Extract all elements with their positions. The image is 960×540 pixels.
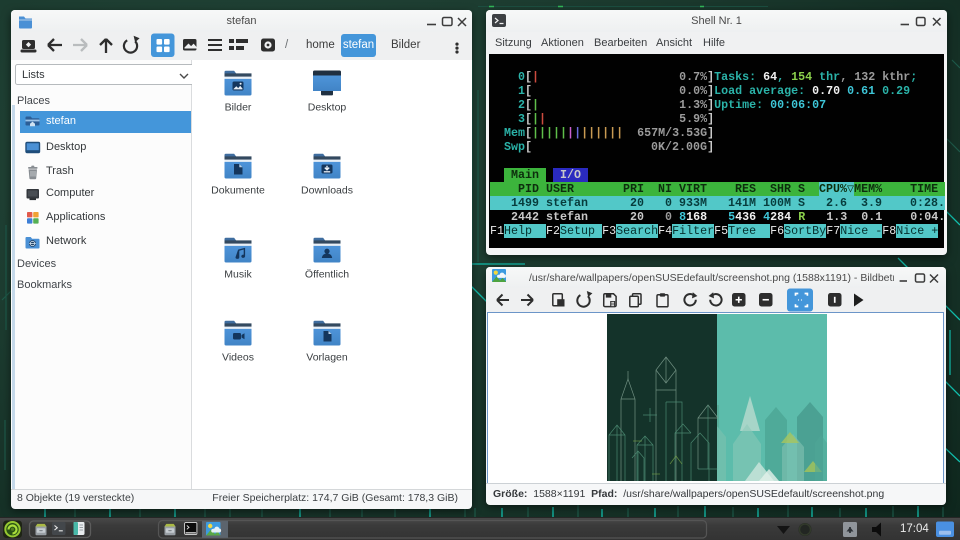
- svg-text:Dokumente: Dokumente: [211, 185, 265, 197]
- svg-text:Videos: Videos: [222, 352, 254, 364]
- svg-text:Öffentlich: Öffentlich: [305, 269, 349, 281]
- svg-text:Vorlagen: Vorlagen: [306, 352, 348, 364]
- svg-text:Bilder: Bilder: [225, 102, 252, 114]
- svg-text:Musik: Musik: [224, 269, 252, 281]
- svg-text:Desktop: Desktop: [308, 102, 347, 114]
- svg-text:Downloads: Downloads: [301, 185, 353, 197]
